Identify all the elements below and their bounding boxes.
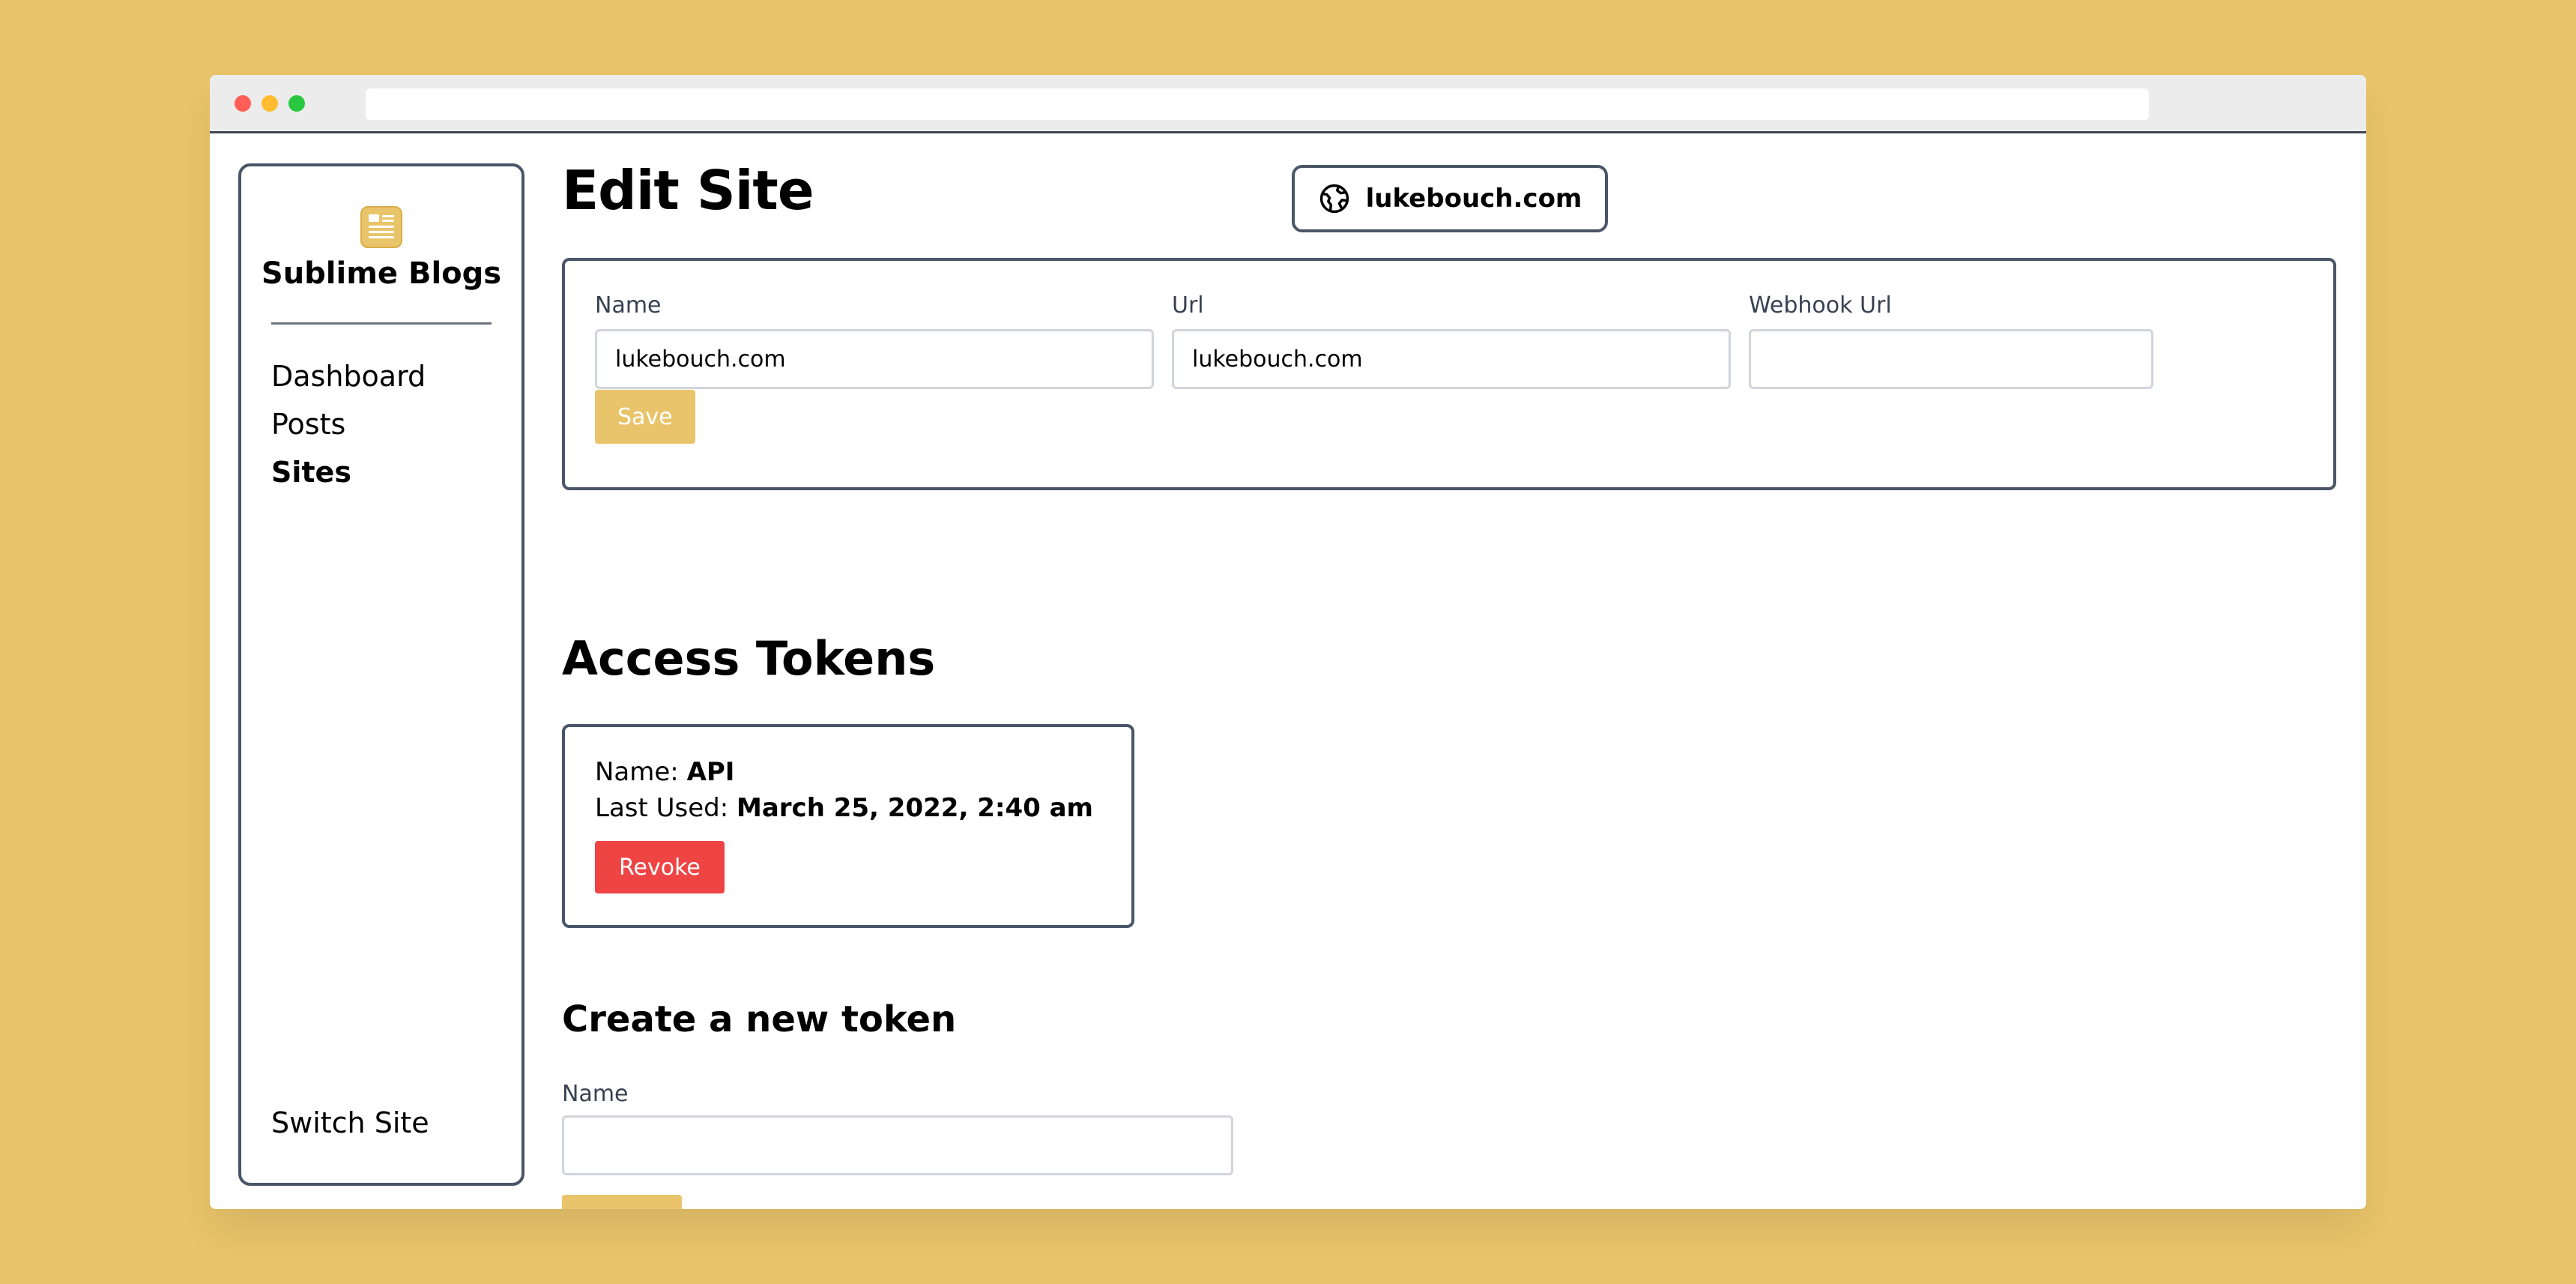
name-field: Name [595, 292, 1154, 389]
sidebar: Sublime Blogs Dashboard Posts Sites Swit… [238, 163, 524, 1186]
sidebar-nav: Dashboard Posts Sites [271, 352, 426, 496]
token-last-used-value: March 25, 2022, 2:40 am [737, 793, 1093, 823]
url-label: Url [1172, 292, 1204, 319]
newspaper-icon [360, 206, 402, 248]
save-button[interactable]: Save [595, 390, 695, 444]
token-name-input[interactable] [562, 1115, 1233, 1175]
webhook-url-field: Webhook Url [1749, 292, 2153, 389]
browser-titlebar [210, 75, 2366, 133]
url-input[interactable] [1172, 329, 1731, 389]
token-name-value: API [686, 757, 735, 787]
edit-site-form: Name Url Webhook Url Save [562, 258, 2336, 490]
url-field: Url [1172, 292, 1731, 389]
create-token-heading: Create a new token [562, 998, 957, 1040]
globe-icon [1319, 184, 1349, 214]
name-input[interactable] [595, 329, 1154, 389]
create-token-button[interactable]: Create [562, 1195, 682, 1209]
minimize-window-button[interactable] [261, 95, 278, 112]
browser-window: Sublime Blogs Dashboard Posts Sites Swit… [210, 75, 2366, 1209]
close-window-button[interactable] [235, 95, 251, 112]
webhook-url-label: Webhook Url [1749, 292, 1892, 319]
token-name-line: Name: API [595, 757, 734, 787]
sidebar-divider [271, 322, 492, 325]
token-name-field-label: Name [562, 1081, 629, 1107]
address-bar[interactable] [366, 88, 2149, 120]
current-site-button[interactable]: lukebouch.com [1292, 165, 1608, 232]
sidebar-item-sites[interactable]: Sites [271, 448, 426, 496]
token-card: Name: API Last Used: March 25, 2022, 2:4… [562, 724, 1134, 928]
access-tokens-heading: Access Tokens [562, 631, 936, 686]
revoke-button[interactable]: Revoke [595, 841, 725, 893]
token-name-label: Name: [595, 757, 679, 787]
page-title: Edit Site [562, 159, 814, 222]
name-label: Name [595, 292, 662, 319]
switch-site-link[interactable]: Switch Site [271, 1106, 429, 1139]
maximize-window-button[interactable] [288, 95, 305, 112]
token-last-used-line: Last Used: March 25, 2022, 2:40 am [595, 793, 1093, 823]
sidebar-item-dashboard[interactable]: Dashboard [271, 352, 426, 400]
webhook-url-input[interactable] [1749, 329, 2153, 389]
token-last-used-label: Last Used: [595, 793, 729, 823]
sidebar-item-posts[interactable]: Posts [271, 400, 426, 448]
current-site-label: lukebouch.com [1365, 184, 1582, 214]
brand-name[interactable]: Sublime Blogs [241, 256, 521, 291]
